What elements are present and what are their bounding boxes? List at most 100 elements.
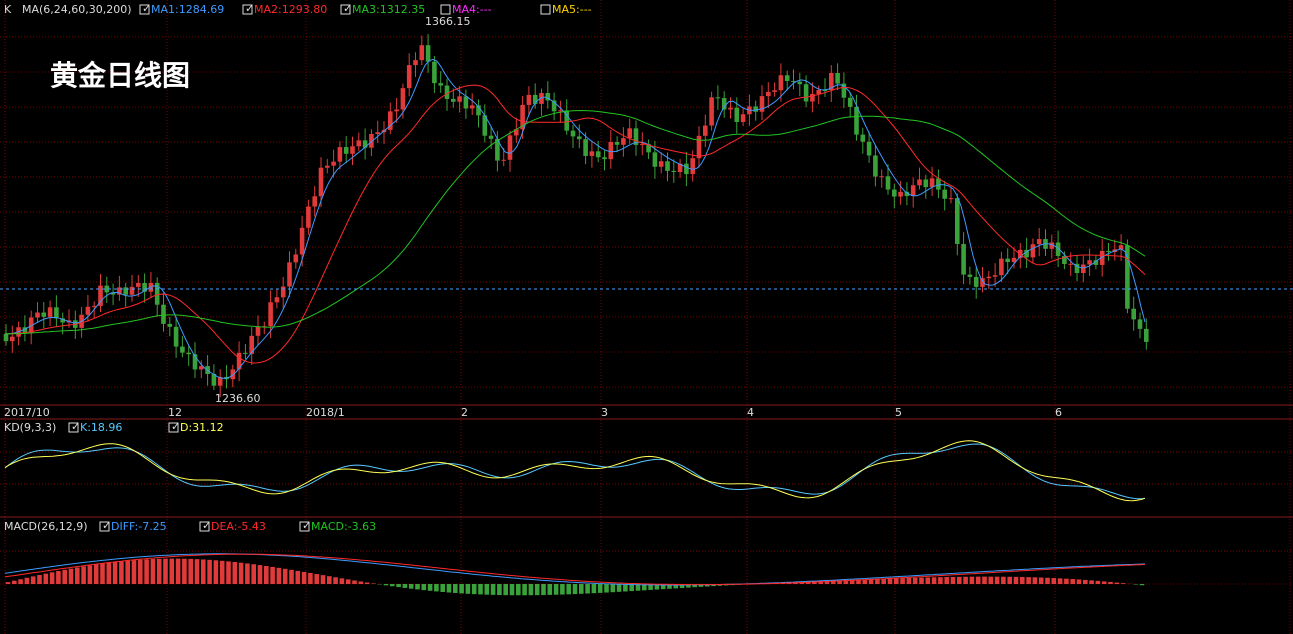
macd-bar (1020, 576, 1025, 584)
macd-bar (49, 572, 55, 584)
check-icon: ✓ (343, 2, 352, 15)
macd-bar (245, 563, 250, 584)
candle-body (1068, 263, 1073, 265)
macd-bar (163, 558, 168, 584)
macd-bar (327, 576, 332, 584)
candle-body (255, 326, 261, 336)
candle-body (161, 304, 166, 324)
macd-bar (314, 574, 319, 584)
ma2-value: MA2:1293.80 (254, 3, 327, 16)
macd-bar (24, 577, 30, 584)
candle-body (280, 286, 286, 298)
macd-bar (213, 560, 219, 584)
macd-bar (604, 584, 609, 593)
macd-bar (579, 584, 584, 594)
macd-bar (144, 559, 149, 584)
macd-bar (1032, 577, 1038, 584)
candle-body (331, 161, 336, 166)
macd-bar (900, 578, 905, 584)
macd-bar (509, 584, 515, 596)
high-price-label: 1366.15 (425, 15, 471, 28)
macd-parameters-label: MACD(26,12,9) (4, 520, 88, 533)
macd-bar (616, 584, 622, 592)
candle-body (986, 276, 992, 279)
macd-bar (906, 577, 912, 584)
ma1-value: MA1:1284.69 (151, 3, 224, 16)
macd-bar (434, 584, 439, 592)
candle-body (860, 134, 866, 142)
macd-bar (938, 577, 943, 584)
macd-bar (68, 568, 74, 584)
macd-bar (408, 584, 414, 589)
macd-bar (138, 559, 143, 584)
candle-body (413, 60, 418, 66)
macd-bar (1064, 578, 1069, 584)
check-icon: ✓ (302, 519, 311, 532)
macd-bar (18, 579, 23, 584)
candle-body (1055, 242, 1061, 256)
macd-bar (547, 584, 553, 595)
macd-bar (358, 581, 364, 584)
macd-bar (390, 584, 395, 587)
macd-bar (415, 584, 420, 590)
candle-body (690, 158, 695, 175)
macd-bar (62, 569, 67, 584)
macd-bar (1038, 577, 1044, 584)
low-price-label: 1236.60 (215, 392, 261, 405)
candle-body (766, 91, 771, 97)
macd-bar (516, 584, 521, 596)
candle-body (577, 136, 582, 140)
check-icon: ✓ (71, 420, 80, 433)
candle-body (696, 135, 702, 159)
macd-bar (471, 584, 477, 595)
macd-bar (352, 580, 357, 584)
macd-bar (43, 573, 49, 584)
candle-body (1087, 260, 1092, 265)
candle-body (463, 96, 469, 109)
macd-bar (950, 576, 956, 584)
macd-bar (106, 562, 112, 584)
macd-bar (497, 584, 502, 596)
macd-bar (156, 558, 162, 584)
candle-body (1030, 244, 1036, 258)
candle-body (929, 178, 935, 188)
macd-bar (560, 584, 565, 595)
macd-bar (150, 559, 156, 584)
ma-parameters-label: MA(6,24,60,30,200) (22, 3, 132, 16)
candle-body (608, 142, 614, 160)
macd-bar (308, 572, 313, 584)
candle-body (589, 151, 595, 156)
macd-bar (238, 562, 244, 584)
macd-bar (75, 567, 80, 584)
macd-bar (623, 584, 628, 592)
macd-bar (1108, 581, 1113, 584)
macd-bar (112, 561, 118, 584)
macd-bar (975, 576, 981, 584)
candle-body (715, 97, 721, 99)
candle-body (602, 157, 607, 160)
candle-body (394, 109, 399, 112)
macd-bar (56, 571, 61, 584)
macd-bar (597, 584, 603, 593)
candle-body (1005, 258, 1010, 263)
macd-bar (1045, 577, 1050, 584)
candle-body (879, 176, 884, 178)
macd-bar (345, 579, 351, 584)
x-axis-label-may: 5 (895, 406, 902, 419)
candle-body (614, 142, 620, 145)
candle-body (47, 307, 53, 317)
macd-bar (1120, 583, 1126, 584)
candle-body (961, 243, 966, 275)
macd-bar (887, 578, 893, 584)
candle-body (866, 141, 872, 156)
kd-parameters-label: KD(9,3,3) (4, 421, 56, 434)
macd-bar (566, 584, 571, 595)
candle-body (621, 138, 626, 145)
macd-bar (925, 577, 931, 584)
macd-bar (459, 584, 464, 594)
macd-bar (194, 559, 200, 584)
macd-bar (1089, 580, 1094, 584)
candle-body (299, 227, 305, 255)
macd-bar (100, 563, 105, 584)
candle-body (740, 114, 746, 122)
